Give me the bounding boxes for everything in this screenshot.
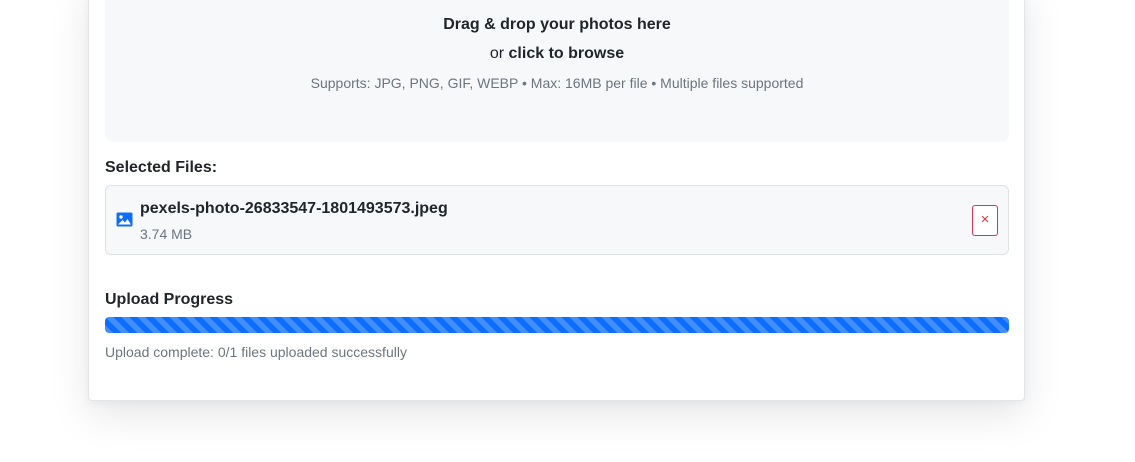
remove-file-button[interactable]: ×	[972, 205, 998, 236]
dropzone-browse-line: or click to browse	[105, 45, 1009, 63]
upload-status-text: Upload complete: 0/1 files uploaded succ…	[105, 344, 407, 360]
selected-files-heading: Selected Files:	[105, 159, 218, 176]
browse-link[interactable]: click to browse	[509, 45, 625, 62]
dropzone-title: Drag & drop your photos here	[443, 16, 671, 33]
file-size: 3.74 MB	[140, 226, 193, 242]
upload-progress-fill	[105, 317, 1009, 333]
file-name: pexels-photo-26833547-1801493573.jpeg	[140, 200, 448, 217]
dropzone-or-text: or	[489, 45, 509, 62]
file-item: pexels-photo-26833547-1801493573.jpeg 3.…	[105, 185, 1009, 255]
upload-card: Drag & drop your photos here or click to…	[88, 0, 1025, 401]
upload-progress-bar	[105, 317, 1009, 333]
image-icon	[116, 212, 133, 227]
dropzone-supports-text: Supports: JPG, PNG, GIF, WEBP • Max: 16M…	[310, 75, 804, 91]
close-icon: ×	[980, 211, 990, 228]
upload-progress-heading: Upload Progress	[105, 291, 234, 308]
dropzone[interactable]: Drag & drop your photos here or click to…	[105, 0, 1009, 142]
